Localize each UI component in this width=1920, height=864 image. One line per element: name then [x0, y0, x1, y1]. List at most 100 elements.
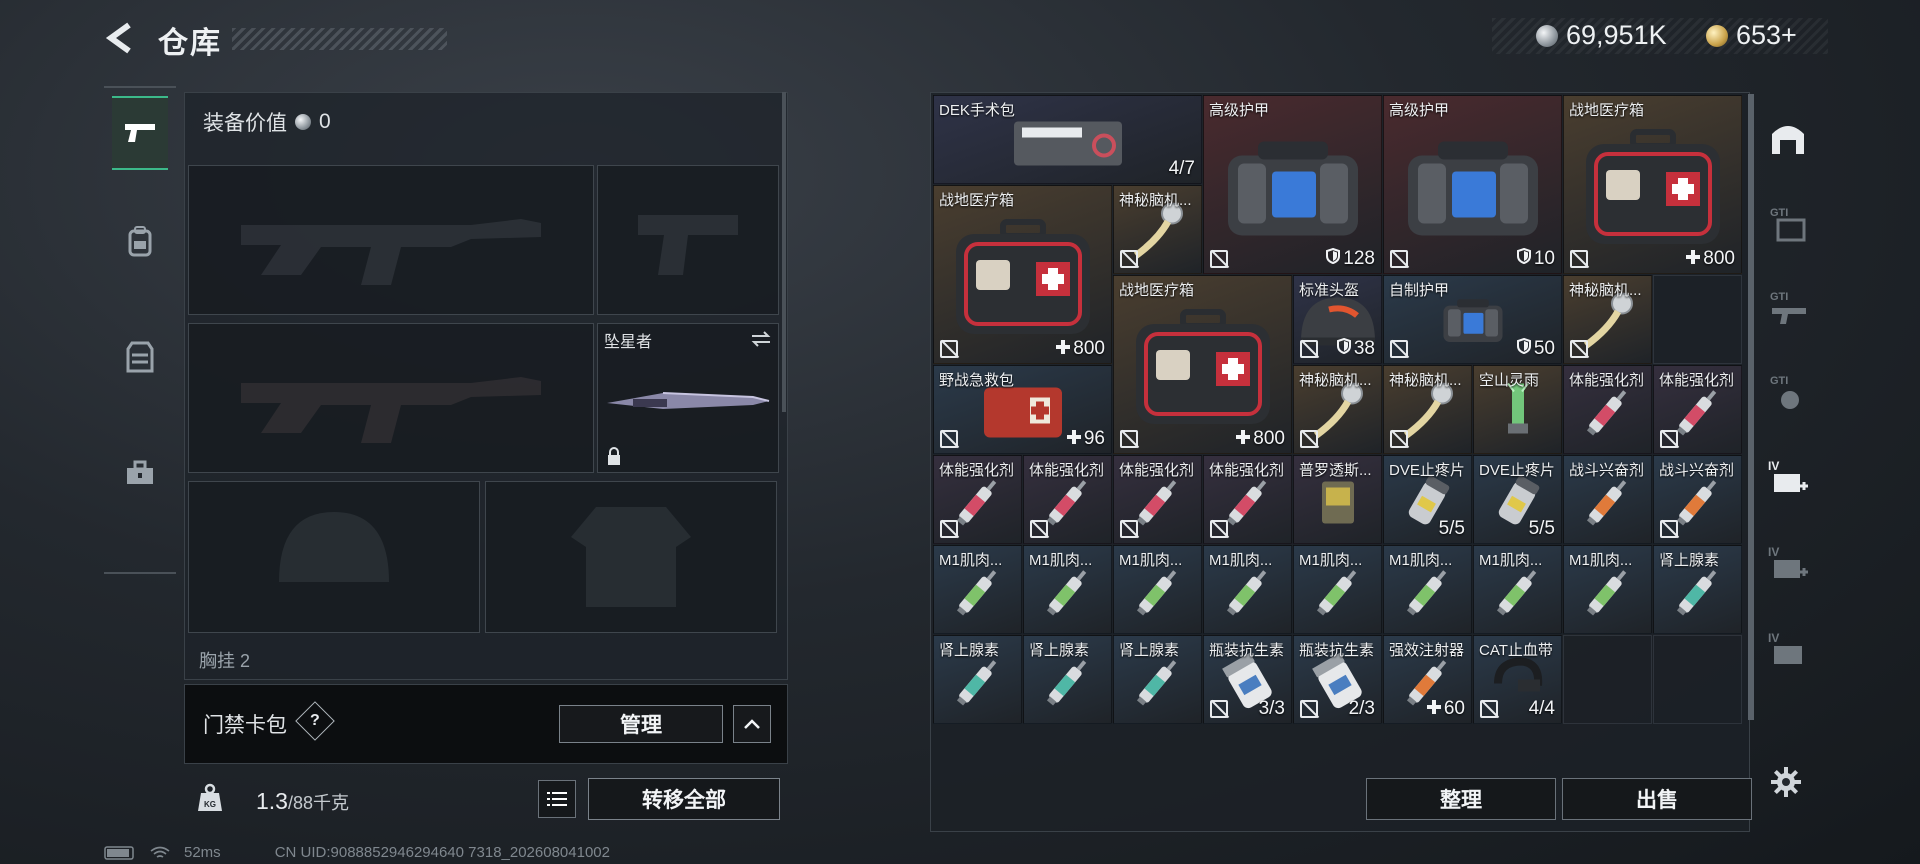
- collapse-button[interactable]: [733, 705, 771, 743]
- storage-item[interactable]: 肾上腺素: [933, 635, 1022, 724]
- storage-item[interactable]: 自制护甲 50: [1383, 275, 1562, 364]
- storage-item[interactable]: 体能强化剂: [1203, 455, 1292, 544]
- tab-iv-3[interactable]: IV: [1762, 614, 1814, 686]
- uninsured-icon: [1120, 430, 1138, 448]
- tab-backpack[interactable]: [112, 206, 168, 276]
- item-name: 体能强化剂: [1569, 372, 1645, 389]
- sidearm-slot[interactable]: [597, 165, 779, 315]
- storage-item[interactable]: 战斗兴奋剂: [1653, 455, 1742, 544]
- storage-item[interactable]: 神秘脑机...: [1383, 365, 1472, 454]
- item-value-text: 5/5: [1438, 518, 1465, 539]
- storage-item[interactable]: 高级护甲 10: [1383, 95, 1562, 274]
- tab-gti-2[interactable]: GTI: [1762, 272, 1814, 344]
- storage-item[interactable]: 体能强化剂: [1113, 455, 1202, 544]
- item-name: 肾上腺素: [1029, 642, 1090, 659]
- loadout-scrollbar[interactable]: [782, 92, 786, 412]
- swap-icon[interactable]: [750, 330, 772, 348]
- item-name: DVE止疼片: [1389, 462, 1465, 479]
- gti-weapon-icon: GTI: [1770, 291, 1806, 324]
- silver-currency: 69,951K: [1536, 20, 1667, 51]
- storage-item[interactable]: M1肌肉...: [1383, 545, 1472, 634]
- tab-gti-3[interactable]: GTI: [1762, 356, 1814, 428]
- item-value-text: 96: [1083, 428, 1105, 449]
- storage-item[interactable]: 普罗透斯...: [1293, 455, 1382, 544]
- storage-item[interactable]: 体能强化剂: [1563, 365, 1652, 454]
- tab-vest[interactable]: [112, 322, 168, 392]
- tab-gti-1[interactable]: GTI: [1762, 188, 1814, 260]
- list-view-button[interactable]: [538, 780, 576, 818]
- transfer-all-button[interactable]: 转移全部: [588, 778, 780, 820]
- item-name: 自制护甲: [1389, 282, 1450, 299]
- back-button[interactable]: [100, 18, 140, 58]
- storage-scrollbar[interactable]: [1748, 94, 1754, 720]
- storage-item[interactable]: 标准头盔 38: [1293, 275, 1382, 364]
- storage-item[interactable]: 肾上腺素: [1023, 635, 1112, 724]
- storage-item[interactable]: M1肌肉...: [1023, 545, 1112, 634]
- storage-item[interactable]: 野战急救包 96: [933, 365, 1112, 454]
- tab-iv-medical[interactable]: IV: [1762, 442, 1814, 514]
- storage-item[interactable]: 体能强化剂: [933, 455, 1022, 544]
- armor-slot[interactable]: [485, 481, 777, 633]
- storage-item[interactable]: CAT止血带 4/4: [1473, 635, 1562, 724]
- tab-toolbox[interactable]: [112, 438, 168, 508]
- silver-amount: 69,951K: [1566, 20, 1667, 50]
- uninsured-icon: [940, 340, 958, 358]
- storage-item[interactable]: 战地医疗箱 800: [1563, 95, 1742, 274]
- primary-weapon-slot-2[interactable]: [188, 323, 594, 473]
- storage-item[interactable]: M1肌肉...: [1113, 545, 1202, 634]
- storage-item[interactable]: DVE止疼片 5/5: [1473, 455, 1562, 544]
- tab-warehouse[interactable]: [1762, 102, 1814, 174]
- uninsured-icon: [1210, 520, 1228, 538]
- storage-item[interactable]: M1肌肉...: [1473, 545, 1562, 634]
- storage-item[interactable]: 肾上腺素: [1653, 545, 1742, 634]
- sort-button[interactable]: 整理: [1366, 778, 1556, 820]
- pack-item-icon: [1316, 473, 1360, 534]
- uninsured-icon: [940, 520, 958, 538]
- storage-item[interactable]: 战地医疗箱 800: [933, 185, 1112, 364]
- uninsured-icon: [1660, 520, 1678, 538]
- storage-item[interactable]: 神秘脑机...: [1113, 185, 1202, 274]
- storage-item[interactable]: 体能强化剂: [1023, 455, 1112, 544]
- storage-item[interactable]: 强效注射器 60: [1383, 635, 1472, 724]
- svg-text:GTI: GTI: [1770, 291, 1788, 303]
- storage-item[interactable]: 战地医疗箱 800: [1113, 275, 1292, 454]
- storage-item[interactable]: 瓶装抗生素 3/3: [1203, 635, 1292, 724]
- item-name: 高级护甲: [1389, 102, 1450, 119]
- help-button[interactable]: ?: [295, 701, 335, 741]
- storage-item[interactable]: M1肌肉...: [1293, 545, 1382, 634]
- inj-green-item-icon: [1038, 561, 1098, 626]
- item-value: 38: [1336, 337, 1375, 360]
- primary-weapon-slot-1[interactable]: [188, 165, 594, 315]
- storage-item[interactable]: 体能强化剂: [1653, 365, 1742, 454]
- item-name: 瓶装抗生素: [1209, 642, 1285, 659]
- item-value: 10: [1516, 247, 1555, 270]
- item-name: 瓶装抗生素: [1299, 642, 1375, 659]
- manage-button[interactable]: 管理: [559, 705, 723, 743]
- storage-item[interactable]: M1肌肉...: [933, 545, 1022, 634]
- weight-icon: KG: [188, 774, 232, 822]
- storage-item[interactable]: M1肌肉...: [1563, 545, 1652, 634]
- tab-iv-2[interactable]: IV: [1762, 528, 1814, 600]
- sell-button[interactable]: 出售: [1562, 778, 1752, 820]
- storage-item[interactable]: 瓶装抗生素 2/3: [1293, 635, 1382, 724]
- storage-item[interactable]: DEK手术包 4/7: [933, 95, 1202, 184]
- item-value-text: 60: [1443, 698, 1465, 719]
- storage-item[interactable]: DVE止疼片 5/5: [1383, 455, 1472, 544]
- iv-folder-icon: IV: [1768, 631, 1802, 664]
- settings-button[interactable]: [1766, 762, 1806, 802]
- gold-currency[interactable]: 653+: [1706, 20, 1797, 51]
- tab-firearms[interactable]: [112, 96, 168, 170]
- melee-slot[interactable]: 坠星者: [597, 323, 779, 473]
- storage-item[interactable]: 肾上腺素: [1113, 635, 1202, 724]
- storage-item[interactable]: 空山灵雨: [1473, 365, 1562, 454]
- storage-item[interactable]: 神秘脑机...: [1563, 275, 1652, 364]
- storage-item[interactable]: 神秘脑机...: [1293, 365, 1382, 454]
- wifi-icon: [150, 846, 170, 858]
- svg-text:IV: IV: [1768, 631, 1779, 645]
- helmet-slot[interactable]: [188, 481, 480, 633]
- storage-item[interactable]: 高级护甲 128: [1203, 95, 1382, 274]
- item-name: M1肌肉...: [1569, 552, 1633, 569]
- item-name: 神秘脑机...: [1569, 282, 1642, 299]
- storage-item[interactable]: 战斗兴奋剂: [1563, 455, 1652, 544]
- storage-item[interactable]: M1肌肉...: [1203, 545, 1292, 634]
